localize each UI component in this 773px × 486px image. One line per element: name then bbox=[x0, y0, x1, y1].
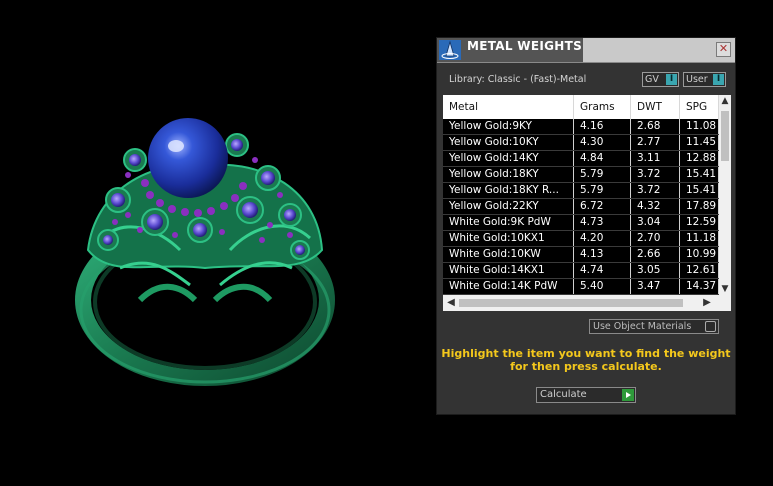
ring-render-image bbox=[75, 118, 335, 386]
grams-cell: 5.40 bbox=[574, 279, 631, 294]
instruction-text: Highlight the item you want to find the … bbox=[437, 347, 735, 373]
panel-titlebar[interactable]: METAL WEIGHTS ✕ bbox=[437, 38, 735, 63]
table-row[interactable]: Yellow Gold:14KY 4.84 3.11 12.88 bbox=[443, 151, 719, 167]
column-header-dwt[interactable]: DWT bbox=[631, 95, 680, 119]
spg-cell: 10.99 bbox=[680, 247, 719, 262]
table-row[interactable]: White Gold:10KW 4.13 2.66 10.99 bbox=[443, 247, 719, 263]
dwt-cell: 3.72 bbox=[631, 183, 680, 198]
close-button[interactable]: ✕ bbox=[716, 42, 731, 57]
table-row[interactable]: Yellow Gold:22KY 6.72 4.32 17.89 bbox=[443, 199, 719, 215]
grams-cell: 4.13 bbox=[574, 247, 631, 262]
spg-cell: 11.08 bbox=[680, 119, 719, 134]
instruction-line: Highlight the item you want to find the … bbox=[441, 347, 731, 360]
spg-cell: 15.41 bbox=[680, 183, 719, 198]
grams-cell: 4.74 bbox=[574, 263, 631, 278]
dwt-cell: 4.32 bbox=[631, 199, 680, 214]
scroll-left-icon[interactable]: ◀ bbox=[445, 297, 457, 309]
spg-cell: 12.61 bbox=[680, 263, 719, 278]
metal-cell: Yellow Gold:18KY R... bbox=[443, 183, 574, 198]
spg-cell: 11.18 bbox=[680, 231, 719, 246]
metal-cell: White Gold:14K PdW bbox=[443, 279, 574, 294]
table-row[interactable]: White Gold:14KX1 4.74 3.05 12.61 bbox=[443, 263, 719, 279]
spg-cell: 11.45 bbox=[680, 135, 719, 150]
dwt-cell: 2.68 bbox=[631, 119, 680, 134]
vertical-scrollbar[interactable]: ▲ ▼ bbox=[719, 95, 731, 295]
dwt-cell: 2.77 bbox=[631, 135, 680, 150]
table-body: Yellow Gold:9KY 4.16 2.68 11.08 Yellow Gold… bbox=[443, 119, 719, 295]
3d-viewport[interactable] bbox=[0, 0, 430, 482]
dwt-cell: 3.47 bbox=[631, 279, 680, 294]
column-header-metal[interactable]: Metal bbox=[443, 95, 574, 119]
library-label: Library: Classic - (Fast)-Metal bbox=[449, 74, 587, 85]
instruction-line: for then press calculate. bbox=[510, 360, 662, 373]
spg-cell: 17.89 bbox=[680, 199, 719, 214]
table-row[interactable]: White Gold:9K PdW 4.73 3.04 12.59 bbox=[443, 215, 719, 231]
horizontal-scroll-thumb[interactable] bbox=[459, 299, 683, 307]
gv-toggle-label: GV bbox=[645, 74, 659, 85]
grams-cell: 6.72 bbox=[574, 199, 631, 214]
metal-cell: White Gold:10KW bbox=[443, 247, 574, 262]
metal-cell: Yellow Gold:22KY bbox=[443, 199, 574, 214]
use-object-materials-label: Use Object Materials bbox=[593, 321, 692, 332]
grams-cell: 4.30 bbox=[574, 135, 631, 150]
gv-toggle[interactable]: GV I bbox=[642, 72, 679, 87]
use-object-materials-toggle[interactable]: Use Object Materials bbox=[589, 319, 719, 334]
dwt-cell: 3.72 bbox=[631, 167, 680, 182]
spg-cell: 14.37 bbox=[680, 279, 719, 294]
metal-cell: Yellow Gold:18KY bbox=[443, 167, 574, 182]
metal-weights-panel: METAL WEIGHTS ✕ Library: Classic - (Fast… bbox=[436, 37, 736, 415]
vertical-scroll-thumb[interactable] bbox=[721, 111, 729, 161]
dwt-cell: 3.04 bbox=[631, 215, 680, 230]
table-row[interactable]: Yellow Gold:18KY 5.79 3.72 15.41 bbox=[443, 167, 719, 183]
toggle-indicator-icon: I bbox=[713, 74, 724, 85]
grams-cell: 4.73 bbox=[574, 215, 631, 230]
grams-cell: 4.16 bbox=[574, 119, 631, 134]
scroll-up-icon[interactable]: ▲ bbox=[719, 95, 731, 107]
horizontal-scrollbar[interactable]: ◀ ▶ bbox=[443, 295, 719, 311]
spg-cell: 15.41 bbox=[680, 167, 719, 182]
table-header: Metal Grams DWT SPG bbox=[443, 95, 719, 119]
metal-table: Metal Grams DWT SPG Yellow Gold:9KY 4.16 2… bbox=[443, 95, 731, 311]
dwt-cell: 2.66 bbox=[631, 247, 680, 262]
grams-cell: 5.79 bbox=[574, 167, 631, 182]
close-icon: ✕ bbox=[718, 42, 729, 55]
user-toggle[interactable]: User I bbox=[683, 72, 726, 87]
title-tab: METAL WEIGHTS bbox=[437, 38, 583, 62]
calculate-label: Calculate bbox=[540, 389, 587, 400]
metal-cell: White Gold:10KX1 bbox=[443, 231, 574, 246]
column-header-spg[interactable]: SPG bbox=[680, 95, 719, 119]
metal-cell: White Gold:14KX1 bbox=[443, 263, 574, 278]
grams-cell: 4.84 bbox=[574, 151, 631, 166]
metal-cell: White Gold:9K PdW bbox=[443, 215, 574, 230]
calculate-button[interactable]: Calculate bbox=[536, 387, 636, 403]
radio-indicator-icon bbox=[705, 321, 716, 332]
scroll-down-icon[interactable]: ▼ bbox=[719, 283, 731, 295]
spg-cell: 12.59 bbox=[680, 215, 719, 230]
app-logo-icon bbox=[439, 40, 461, 60]
table-row[interactable]: White Gold:10KX1 4.20 2.70 11.18 bbox=[443, 231, 719, 247]
table-row[interactable]: Yellow Gold:10KY 4.30 2.77 11.45 bbox=[443, 135, 719, 151]
user-toggle-label: User bbox=[686, 74, 708, 85]
panel-title: METAL WEIGHTS bbox=[467, 39, 583, 53]
toggle-indicator-icon: I bbox=[666, 74, 677, 85]
play-arrow-icon bbox=[622, 389, 634, 401]
dwt-cell: 3.05 bbox=[631, 263, 680, 278]
grams-cell: 4.20 bbox=[574, 231, 631, 246]
column-header-grams[interactable]: Grams bbox=[574, 95, 631, 119]
metal-cell: Yellow Gold:10KY bbox=[443, 135, 574, 150]
scroll-right-icon[interactable]: ▶ bbox=[701, 297, 713, 309]
dwt-cell: 3.11 bbox=[631, 151, 680, 166]
metal-cell: Yellow Gold:9KY bbox=[443, 119, 574, 134]
table-row[interactable]: Yellow Gold:9KY 4.16 2.68 11.08 bbox=[443, 119, 719, 135]
dwt-cell: 2.70 bbox=[631, 231, 680, 246]
scrollbar-corner bbox=[719, 295, 731, 311]
spg-cell: 12.88 bbox=[680, 151, 719, 166]
table-row[interactable]: White Gold:14K PdW 5.40 3.47 14.37 bbox=[443, 279, 719, 295]
grams-cell: 5.79 bbox=[574, 183, 631, 198]
table-row[interactable]: Yellow Gold:18KY R... 5.79 3.72 15.41 bbox=[443, 183, 719, 199]
metal-cell: Yellow Gold:14KY bbox=[443, 151, 574, 166]
